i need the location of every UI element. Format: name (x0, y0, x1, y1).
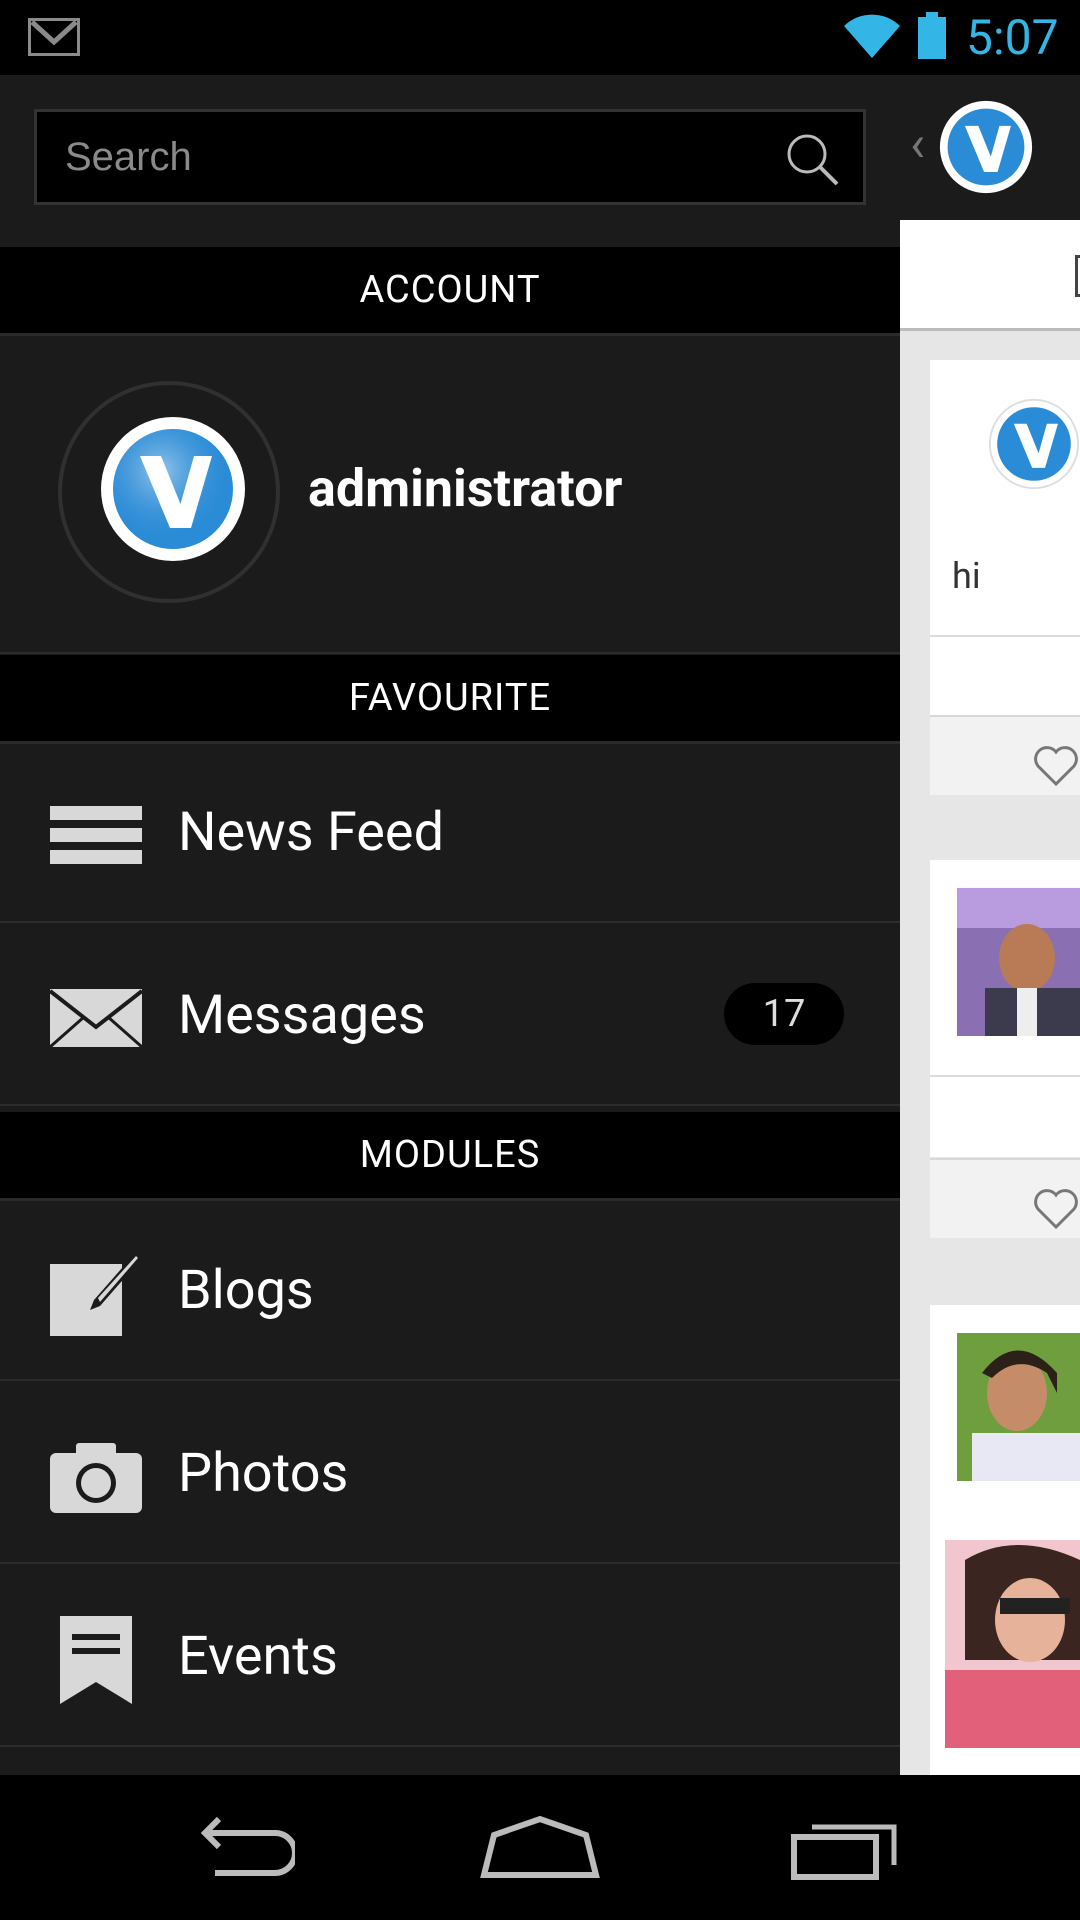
account-row[interactable]: administrator (0, 336, 900, 654)
tab-bar (900, 220, 1080, 331)
avatar (988, 398, 1080, 490)
menu-item-label: Blogs (178, 1259, 314, 1322)
post-spacer (930, 1075, 1080, 1157)
menu-item-photos[interactable]: Photos (0, 1384, 900, 1564)
status-bar: 5:07 (0, 0, 1080, 75)
section-header-favourite: FAVOURITE (0, 655, 900, 744)
avatar (101, 417, 245, 561)
heart-icon[interactable] (1033, 1188, 1079, 1230)
menu-item-events[interactable]: Events (0, 1567, 900, 1747)
gmail-icon (28, 18, 80, 56)
tab-icon[interactable] (1075, 255, 1080, 297)
post-actions (930, 1158, 1080, 1238)
system-navigation-bar (0, 1775, 1080, 1920)
unread-count-badge: 17 (724, 983, 844, 1045)
edit-icon (50, 1252, 142, 1336)
menu-item-news-feed[interactable]: News Feed (0, 743, 900, 923)
search-input[interactable] (65, 112, 765, 202)
post-photo[interactable] (957, 1333, 1080, 1481)
heart-icon[interactable] (1033, 745, 1079, 787)
home-icon[interactable] (480, 1815, 600, 1879)
clock: 5:07 (966, 9, 1059, 66)
post-actions (930, 715, 1080, 795)
recent-apps-icon[interactable] (790, 1815, 900, 1881)
search-box (34, 109, 866, 205)
menu-item-blogs[interactable]: Blogs (0, 1201, 900, 1381)
avatar-frame (58, 381, 280, 603)
search-icon[interactable] (785, 132, 841, 188)
menu-item-label: Messages (178, 984, 426, 1047)
menu-item-label: News Feed (178, 801, 445, 864)
post-photo[interactable] (957, 888, 1080, 1036)
battery-icon (918, 12, 946, 59)
post-card: hi (930, 360, 1080, 635)
navigation-drawer: ACCOUNT administrator FAVOURITE (0, 75, 900, 1775)
action-bar: ‹ (900, 75, 1080, 220)
menu-item-label: Events (178, 1625, 338, 1688)
post-photo[interactable] (945, 1540, 1080, 1748)
username: administrator (308, 458, 623, 519)
menu-lines-icon (50, 806, 142, 864)
chevron-left-icon[interactable]: ‹ (910, 115, 925, 175)
menu-item-messages[interactable]: Messages 17 (0, 926, 900, 1106)
post-spacer (930, 635, 1080, 717)
post-text: hi (952, 555, 981, 597)
section-header-modules: MODULES (0, 1112, 900, 1201)
menu-item-label: Photos (178, 1442, 349, 1505)
camera-icon (50, 1443, 142, 1513)
bookmark-icon (60, 1616, 132, 1704)
envelope-icon (50, 989, 142, 1049)
back-icon[interactable] (185, 1817, 295, 1877)
section-header-account: ACCOUNT (0, 247, 900, 336)
app-logo-icon[interactable] (938, 99, 1034, 195)
wifi-icon (844, 14, 900, 59)
